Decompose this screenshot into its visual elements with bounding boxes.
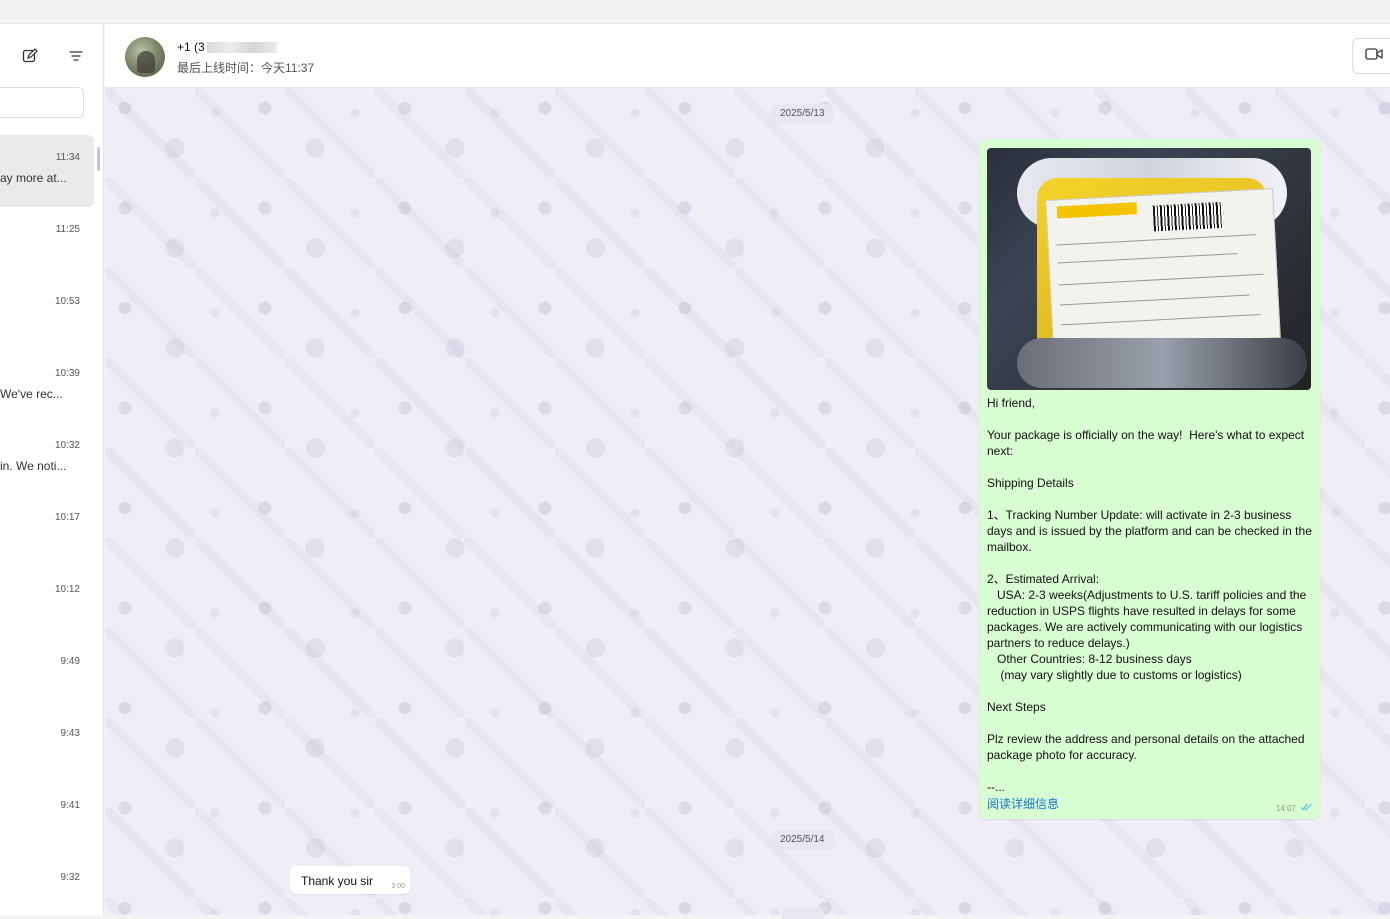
last-seen-status: 最后上线时间：今天11:37	[177, 61, 315, 75]
conversation-pane: +1 (3 最后上线时间：今天11:37 2025/5/13 Hi friend…	[105, 24, 1390, 919]
double-check-icon	[1300, 803, 1312, 813]
message-time: 14:07	[1275, 803, 1296, 813]
chat-list-item[interactable]: 10:12	[0, 567, 94, 639]
chat-time: 9:32	[60, 872, 80, 883]
redacted-number	[206, 41, 277, 53]
message-area[interactable]: 2025/5/13 Hi friend, Your package is off…	[105, 88, 1390, 919]
label-line	[1058, 273, 1264, 286]
chat-list-item[interactable]: 10:17	[0, 495, 94, 567]
chat-time: 9:43	[60, 728, 80, 739]
chat-list-item[interactable]: 9:43	[0, 711, 94, 783]
chat-time: 11:25	[55, 224, 80, 235]
chat-time: 9:49	[60, 656, 80, 667]
chat-preview: ay more at...	[0, 171, 67, 185]
avatar[interactable]	[125, 37, 165, 77]
chat-time: 10:39	[54, 368, 80, 379]
chat-header: +1 (3 最后上线时间：今天11:37	[105, 24, 1390, 88]
message-text: Thank you sir	[301, 874, 374, 888]
carrier-stripe	[1056, 202, 1138, 219]
chat-list-item[interactable]: 9:49	[0, 639, 94, 711]
chat-time: 10:12	[54, 584, 80, 595]
message-time: 3:00	[391, 883, 405, 890]
label-line	[1057, 253, 1238, 264]
chat-list-item[interactable]: 9:41	[0, 783, 94, 855]
sidebar-toolbar	[20, 46, 86, 66]
contact-name-text: +1 (3	[177, 40, 205, 54]
search-input[interactable]	[0, 87, 84, 118]
chat-preview: in. We noti...	[0, 459, 67, 473]
chat-time: 10:17	[54, 512, 80, 523]
date-separator: 2025/5/14	[772, 830, 833, 850]
chat-list-item[interactable]: 9:32	[0, 855, 94, 915]
chat-list-item[interactable]: 11:34 ay more at...	[0, 135, 94, 207]
chat-time: 11:34	[55, 152, 80, 163]
chat-sidebar: 11:34 ay more at... 11:25 10:53 10:39 We…	[0, 24, 104, 915]
label-line	[1059, 294, 1250, 306]
barcode	[1152, 201, 1224, 232]
incoming-message[interactable]: Thank you sir 3:00	[290, 866, 410, 894]
video-icon	[1365, 47, 1383, 66]
chat-list-item[interactable]: 10:53	[0, 279, 94, 351]
chat-time: 9:41	[60, 800, 80, 811]
shipping-label	[1045, 188, 1281, 350]
outgoing-message[interactable]: Hi friend, Your package is officially on…	[979, 139, 1320, 819]
read-more-link[interactable]: 阅读详细信息	[987, 795, 1059, 812]
message-text: Hi friend, Your package is officially on…	[987, 396, 1312, 794]
date-separator	[782, 907, 824, 919]
chat-time: 10:53	[54, 296, 80, 307]
chat-time: 10:32	[54, 440, 80, 451]
compose-icon[interactable]	[20, 46, 40, 66]
chat-list-item[interactable]: 10:32 in. We noti...	[0, 423, 94, 495]
chat-preview: We've rec...	[0, 387, 63, 401]
photo-shoe	[1017, 338, 1307, 388]
date-separator: 2025/5/13	[772, 104, 833, 124]
label-line	[1060, 313, 1261, 326]
chat-list-item[interactable]: 11:25	[0, 207, 94, 279]
video-call-button[interactable]	[1352, 38, 1390, 74]
contact-name[interactable]: +1 (3	[177, 40, 277, 54]
chat-list-item[interactable]: 10:39 We've rec...	[0, 351, 94, 423]
message-meta: 14:07	[1276, 803, 1312, 813]
package-photo[interactable]	[987, 148, 1311, 390]
window-titlebar	[0, 0, 1390, 24]
label-line	[1056, 234, 1257, 246]
sidebar-scrollbar[interactable]	[97, 147, 100, 171]
filter-icon[interactable]	[66, 46, 86, 66]
chat-list: 11:34 ay more at... 11:25 10:53 10:39 We…	[0, 135, 103, 915]
